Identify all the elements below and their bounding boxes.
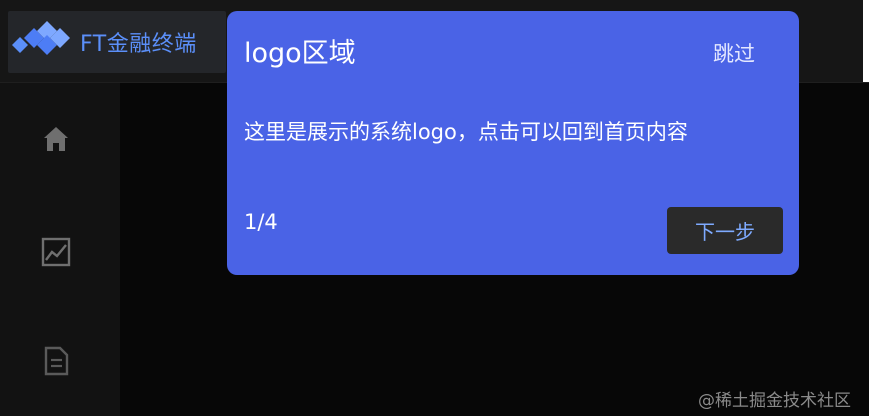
tour-title: logo区域 — [244, 38, 356, 69]
logo-diamond-icon — [12, 21, 70, 55]
skip-button[interactable]: 跳过 — [713, 38, 755, 68]
home-icon[interactable] — [40, 123, 72, 155]
sidebar — [0, 83, 120, 416]
header-edge — [863, 0, 869, 82]
brand-logo[interactable]: FT金融终端 — [8, 11, 226, 73]
trend-chart-icon[interactable] — [40, 236, 72, 268]
document-icon[interactable] — [40, 345, 72, 377]
tour-step-counter: 1/4 — [244, 210, 278, 234]
tour-description: 这里是展示的系统logo，点击可以回到首页内容 — [244, 120, 688, 144]
watermark: @稀土掘金技术社区 — [698, 391, 851, 411]
next-step-button[interactable]: 下一步 — [667, 207, 783, 254]
tour-popover: logo区域 跳过 这里是展示的系统logo，点击可以回到首页内容 1/4 下一… — [227, 11, 799, 275]
brand-name: FT金融终端 — [80, 32, 197, 57]
